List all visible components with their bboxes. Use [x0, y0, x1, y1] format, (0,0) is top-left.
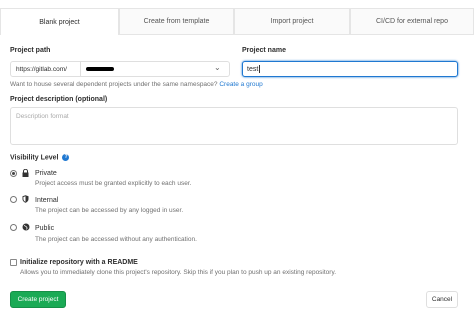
cancel-button[interactable]: Cancel	[426, 291, 458, 308]
visibility-internal-desc: The project can be accessed by any logge…	[35, 207, 184, 214]
project-name-input[interactable]: test	[242, 61, 458, 77]
namespace-help: Want to house several dependent projects…	[10, 81, 263, 88]
lock-icon	[22, 168, 29, 179]
readme-checkbox[interactable]	[10, 259, 17, 266]
radio-private[interactable]	[10, 170, 17, 177]
tab-blank-project[interactable]: Blank project	[0, 8, 119, 35]
visibility-private-title: Private	[35, 170, 57, 177]
project-path-select[interactable]: https://gitlab.com/	[10, 61, 230, 77]
visibility-internal-title: Internal	[35, 197, 59, 204]
create-project-button[interactable]: Create project	[10, 291, 66, 308]
description-textarea[interactable]: Description format	[10, 107, 458, 145]
namespace-help-text: Want to house several dependent projects…	[10, 81, 218, 88]
tab-create-from-template[interactable]: Create from template	[119, 8, 234, 34]
shield-icon	[22, 195, 29, 205]
visibility-level-label: Visibility Level ?	[10, 154, 70, 162]
readme-label[interactable]: Initialize repository with a README	[20, 259, 138, 266]
radio-public[interactable]	[10, 224, 17, 231]
tab-ci-cd-external-repo[interactable]: CI/CD for external repo	[350, 8, 474, 34]
project-path-label: Project path	[10, 47, 51, 54]
visibility-public-desc: The project can be accessed without any …	[35, 236, 197, 243]
help-icon[interactable]: ?	[62, 154, 70, 161]
create-group-link[interactable]: Create a group	[219, 81, 262, 88]
description-label: Project description (optional)	[10, 96, 108, 103]
radio-internal[interactable]	[10, 196, 17, 203]
redacted-namespace	[86, 67, 114, 71]
globe-icon	[22, 223, 30, 233]
project-name-value: test	[247, 65, 259, 73]
visibility-public-title: Public	[35, 225, 55, 232]
visibility-private-desc: Project access must be granted explicitl…	[35, 180, 192, 187]
project-path-prefix: https://gitlab.com/	[11, 62, 81, 76]
text-cursor	[259, 65, 261, 73]
project-type-tabs: Blank project Create from template Impor…	[0, 8, 474, 35]
readme-desc: Allows you to immediately clone this pro…	[20, 269, 337, 276]
chevron-down-icon[interactable]: ⌄	[214, 63, 221, 72]
visibility-label-text: Visibility Level	[10, 154, 59, 162]
tab-import-project[interactable]: Import project	[234, 8, 350, 34]
project-name-label: Project name	[242, 47, 286, 54]
description-placeholder: Description format	[16, 113, 69, 120]
